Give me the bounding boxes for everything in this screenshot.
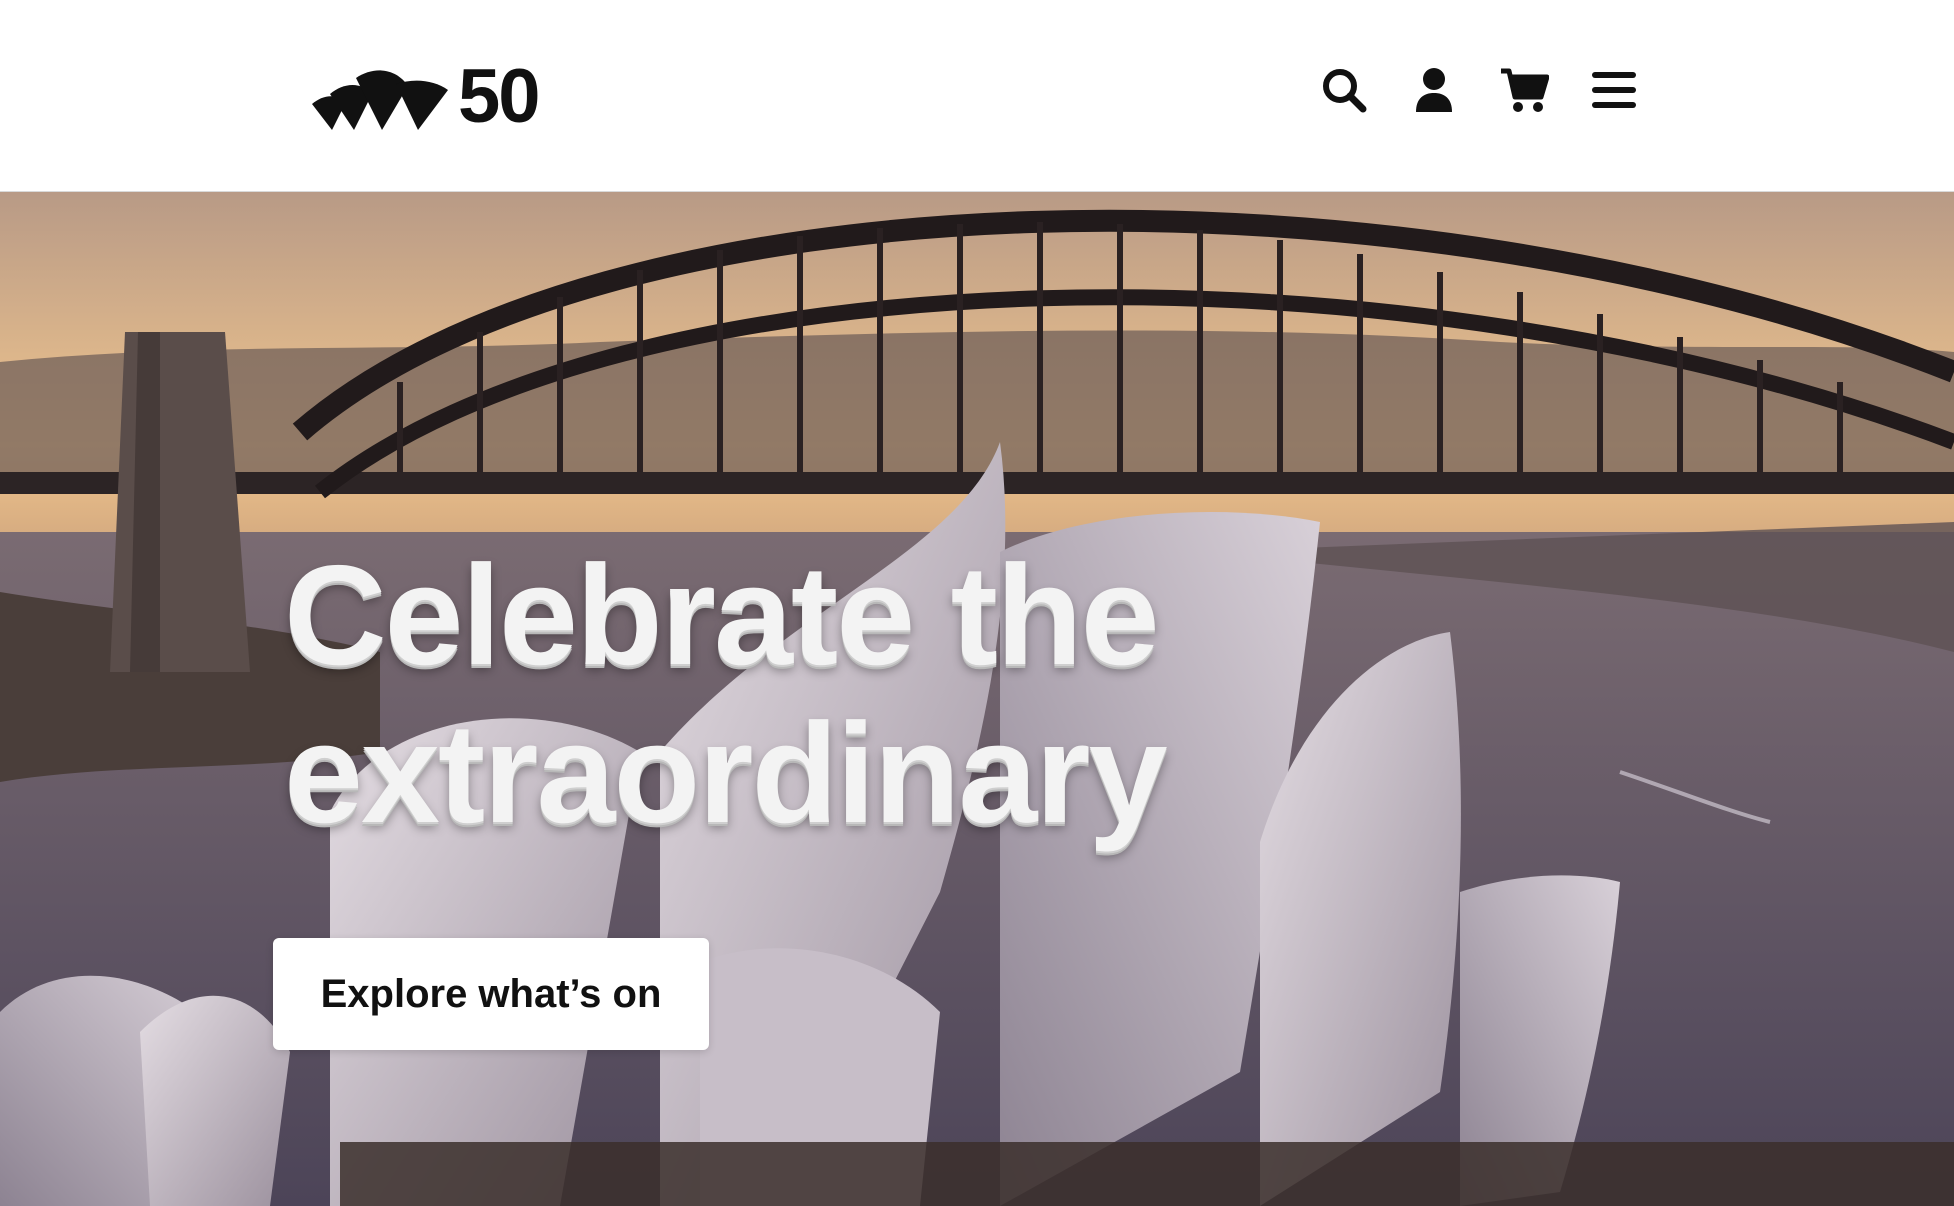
hamburger-menu-icon: [1592, 72, 1636, 108]
cart-icon: [1501, 68, 1549, 112]
header-actions: [1316, 62, 1642, 118]
hero-headline-line-1: Celebrate the: [284, 536, 1160, 695]
search-button[interactable]: [1316, 62, 1372, 118]
account-button[interactable]: [1406, 62, 1462, 118]
cart-button[interactable]: [1496, 62, 1552, 118]
account-icon: [1416, 68, 1452, 112]
site-logo[interactable]: 50: [312, 54, 541, 139]
hero-section: Celebrate the extraordinary Explore what…: [0, 192, 1954, 1206]
site-header: 50: [0, 0, 1954, 192]
opera-house-logo-icon: [312, 70, 448, 130]
logo-50-text: 50: [458, 54, 541, 139]
search-icon: [1323, 69, 1367, 113]
hero-headline-line-2: extraordinary: [284, 694, 1168, 853]
menu-button[interactable]: [1586, 62, 1642, 118]
hero-headline: Celebrate the extraordinary: [284, 536, 1168, 853]
explore-whats-on-button[interactable]: Explore what’s on: [273, 938, 709, 1050]
